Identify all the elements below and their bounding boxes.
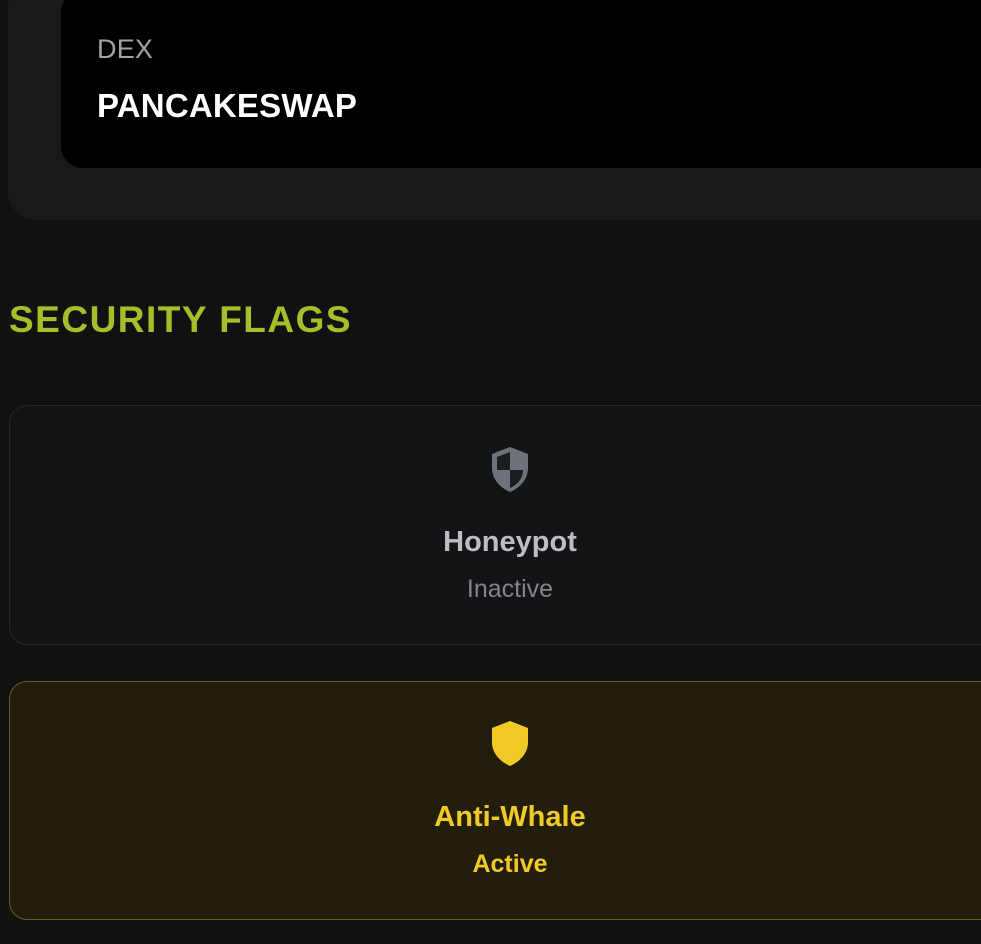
flag-card-honeypot[interactable]: Honeypot Inactive: [9, 405, 981, 645]
flag-name: Honeypot: [443, 526, 577, 558]
shield-half-icon: [492, 447, 528, 492]
dex-label: DEX: [97, 34, 154, 64]
dex-value: PANCAKESWAP: [97, 87, 358, 124]
flag-status: Inactive: [466, 575, 554, 603]
shield-icon: [492, 721, 528, 766]
flag-card-anti-whale[interactable]: Anti-Whale Active: [9, 681, 981, 920]
flag-name: Anti-Whale: [434, 801, 586, 833]
page: DEX PANCAKESWAP SECURITY FLAGS Honeypot …: [0, 0, 981, 944]
dex-card: [61, 0, 981, 168]
security-flags-title: SECURITY FLAGS: [9, 299, 353, 340]
flag-status: Active: [472, 850, 548, 878]
